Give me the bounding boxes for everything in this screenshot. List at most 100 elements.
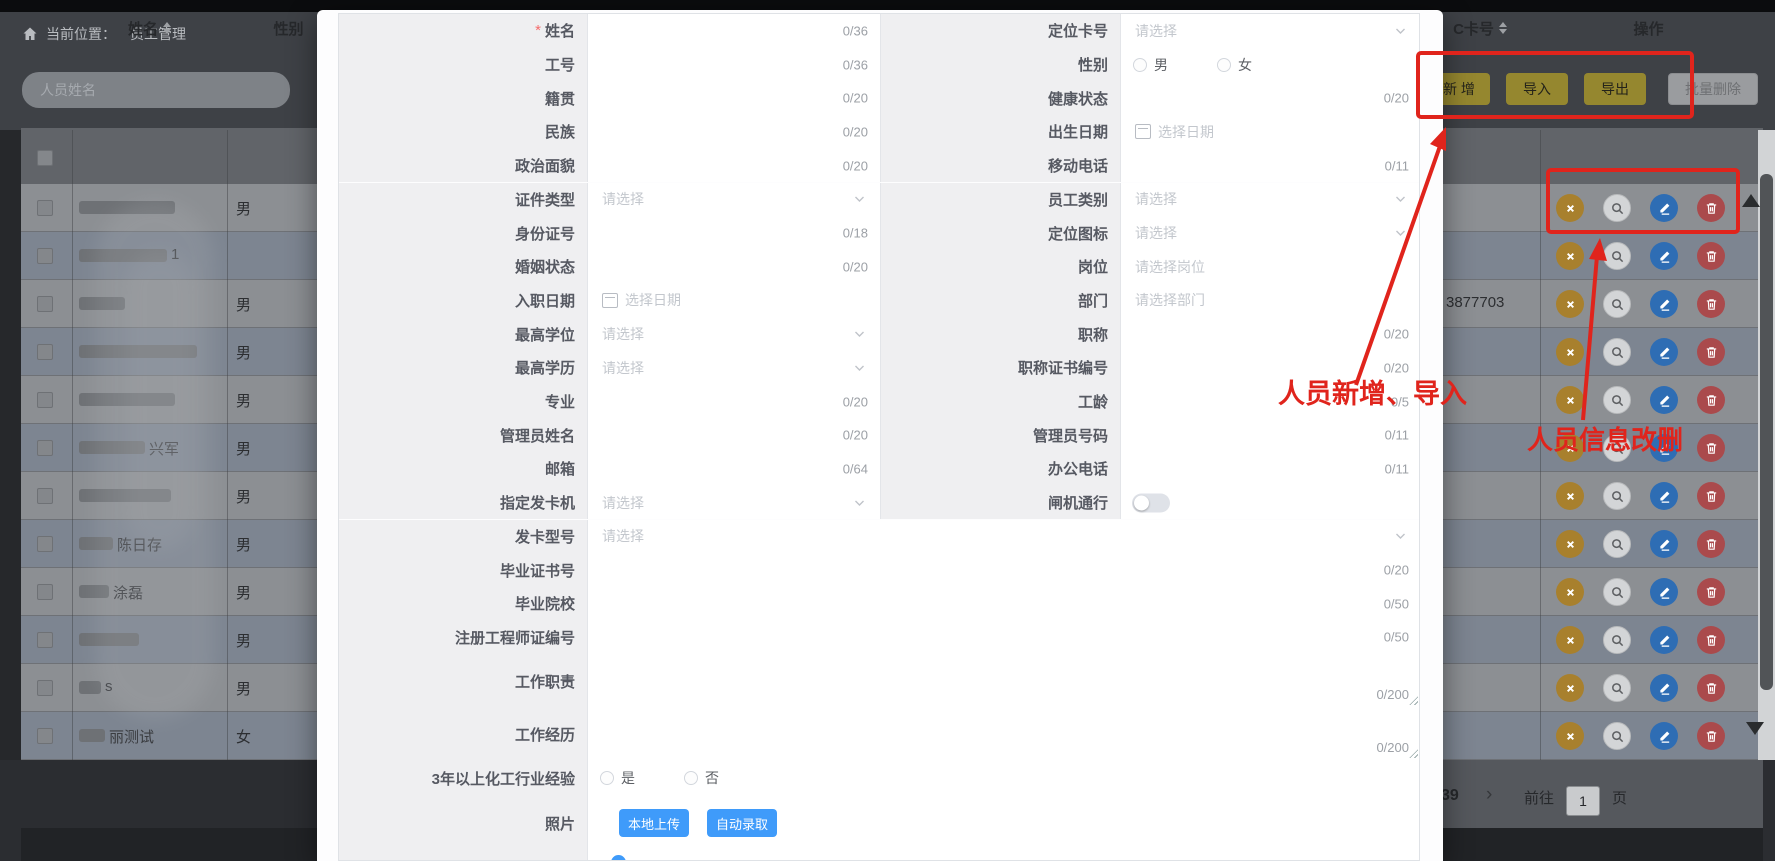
edit-icon[interactable] (1650, 338, 1678, 366)
row-checkbox[interactable] (37, 536, 53, 552)
column-header-name[interactable]: 姓名 (72, 0, 227, 56)
local-upload-button[interactable]: 本地上传 (619, 809, 689, 837)
search-icon[interactable] (1603, 386, 1631, 414)
text-input[interactable]: 0/50 (588, 621, 1420, 655)
row-checkbox[interactable] (37, 488, 53, 504)
select[interactable]: 请选择 (588, 486, 881, 520)
textarea[interactable]: 0/200 (588, 708, 1420, 762)
text-input[interactable]: 0/20 (1121, 81, 1420, 115)
scrollbar-thumb[interactable] (1760, 174, 1773, 690)
search-icon[interactable] (1603, 290, 1631, 318)
radio-selected-icon[interactable] (611, 855, 626, 861)
text-input[interactable]: 0/20 (588, 115, 881, 149)
select[interactable]: 请选择 (1121, 14, 1420, 48)
chevron-down-icon[interactable] (1394, 530, 1407, 543)
delete-icon[interactable] (1697, 530, 1725, 558)
row-checkbox[interactable] (37, 248, 53, 264)
revoke-card-icon[interactable] (1556, 434, 1584, 462)
select[interactable]: 请选择 (588, 183, 881, 217)
text-input[interactable]: 0/20 (588, 149, 881, 183)
export-button[interactable]: 导出 (1584, 73, 1646, 105)
search-icon[interactable] (1603, 194, 1631, 222)
text-input[interactable]: 0/64 (588, 452, 881, 486)
gate-switch[interactable] (1121, 486, 1420, 520)
delete-icon[interactable] (1697, 290, 1725, 318)
radio-option[interactable]: 否 (684, 768, 719, 788)
switch-knob[interactable] (1134, 495, 1149, 510)
row-checkbox[interactable] (37, 200, 53, 216)
text-input[interactable]: 0/20 (588, 553, 1420, 587)
resize-grip-icon[interactable] (1408, 695, 1418, 705)
date-input[interactable]: 选择日期 (1121, 115, 1420, 149)
search-icon[interactable] (1603, 434, 1631, 462)
select[interactable]: 请选择 (1121, 216, 1420, 250)
search-icon[interactable] (1603, 530, 1631, 558)
import-button[interactable]: 导入 (1506, 73, 1568, 105)
radio-circle-icon[interactable] (1217, 58, 1231, 72)
select[interactable]: 请选择 (588, 317, 881, 351)
textarea[interactable]: 0/200 (588, 654, 1420, 708)
chevron-down-icon[interactable] (1394, 24, 1407, 37)
radio-group[interactable]: 男女 (1121, 48, 1420, 82)
delete-icon[interactable] (1697, 194, 1725, 222)
edit-icon[interactable] (1650, 578, 1678, 606)
goto-page-input[interactable]: 1 (1566, 786, 1600, 816)
radio-circle-icon[interactable] (1133, 58, 1147, 72)
row-checkbox[interactable] (37, 680, 53, 696)
date-input[interactable]: 选择日期 (588, 284, 881, 318)
edit-icon[interactable] (1650, 386, 1678, 414)
search-icon[interactable] (1603, 626, 1631, 654)
photo-upload-cell[interactable]: 本地上传自动录取 (588, 795, 1420, 851)
text-input[interactable]: 0/20 (1121, 317, 1420, 351)
search-input[interactable] (22, 72, 290, 108)
select[interactable]: 请选择岗位 (1121, 250, 1420, 284)
row-checkbox[interactable] (37, 344, 53, 360)
radio-circle-icon[interactable] (600, 771, 614, 785)
page-number-last[interactable]: 39 (1441, 787, 1459, 805)
search-icon[interactable] (1603, 482, 1631, 510)
revoke-card-icon[interactable] (1556, 386, 1584, 414)
radio-option[interactable]: 女 (1217, 55, 1252, 75)
revoke-card-icon[interactable] (1556, 290, 1584, 318)
text-input[interactable]: 0/20 (588, 81, 881, 115)
revoke-card-icon[interactable] (1556, 482, 1584, 510)
search-icon[interactable] (1603, 674, 1631, 702)
chevron-down-icon[interactable] (853, 361, 866, 374)
row-checkbox[interactable] (37, 296, 53, 312)
radio-group[interactable]: 是否 (588, 761, 1420, 795)
edit-icon[interactable] (1650, 290, 1678, 318)
select[interactable]: 请选择 (588, 351, 881, 385)
row-checkbox[interactable] (37, 728, 53, 744)
switch-off[interactable] (1132, 493, 1170, 512)
revoke-card-icon[interactable] (1556, 578, 1584, 606)
search-icon[interactable] (1603, 338, 1631, 366)
text-input[interactable]: 0/5 (1121, 385, 1420, 419)
chevron-down-icon[interactable] (1394, 227, 1407, 240)
text-input[interactable]: 0/18 (588, 216, 881, 250)
delete-icon[interactable] (1697, 434, 1725, 462)
chevron-down-icon[interactable] (1394, 193, 1407, 206)
edit-icon[interactable] (1650, 674, 1678, 702)
edit-icon[interactable] (1650, 722, 1678, 750)
edit-icon[interactable] (1650, 482, 1678, 510)
row-checkbox[interactable] (37, 440, 53, 456)
row-checkbox[interactable] (37, 392, 53, 408)
search-icon[interactable] (1603, 578, 1631, 606)
text-input[interactable]: 0/11 (1121, 418, 1420, 452)
text-input[interactable]: 0/11 (1121, 149, 1420, 183)
select[interactable]: 请选择 (588, 520, 1420, 554)
text-input[interactable]: 0/36 (588, 48, 881, 82)
delete-icon[interactable] (1697, 338, 1725, 366)
revoke-card-icon[interactable] (1556, 530, 1584, 558)
edit-icon[interactable] (1650, 194, 1678, 222)
revoke-card-icon[interactable] (1556, 674, 1584, 702)
sort-icons[interactable] (163, 22, 171, 34)
auto-capture-button[interactable]: 自动录取 (707, 809, 777, 837)
chevron-down-icon[interactable] (853, 328, 866, 341)
revoke-card-icon[interactable] (1556, 626, 1584, 654)
delete-icon[interactable] (1697, 386, 1725, 414)
revoke-card-icon[interactable] (1556, 722, 1584, 750)
text-input[interactable]: 0/20 (588, 250, 881, 284)
radio-option[interactable]: 是 (600, 768, 635, 788)
radio-circle-icon[interactable] (684, 771, 698, 785)
